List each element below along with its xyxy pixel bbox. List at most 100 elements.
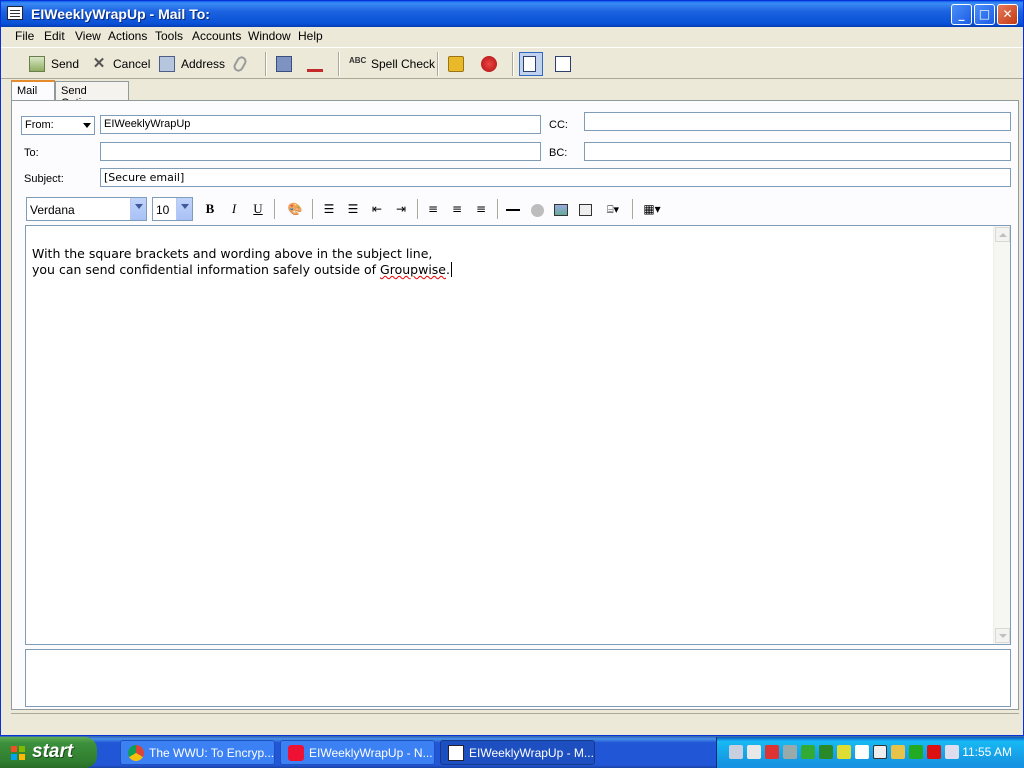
- tab-mail[interactable]: Mail: [11, 80, 55, 101]
- menu-window[interactable]: Window: [248, 29, 291, 43]
- align-right-button[interactable]: ≡: [471, 199, 491, 219]
- padlock-icon: [448, 56, 464, 72]
- norton-icon[interactable]: [927, 745, 941, 759]
- to-label: To:: [24, 147, 39, 159]
- outdent-icon: ⇤: [371, 202, 383, 216]
- message-body[interactable]: With the square brackets and wording abo…: [25, 225, 1011, 645]
- digital-sign-button[interactable]: [481, 54, 503, 74]
- address-button[interactable]: Address: [159, 54, 225, 74]
- task-compose-window[interactable]: EIWeeklyWrapUp - M...: [440, 740, 595, 765]
- send-options-button[interactable]: [307, 54, 329, 74]
- save-draft-button[interactable]: [276, 54, 298, 74]
- security-icon[interactable]: [765, 745, 779, 759]
- priority-icon: [307, 56, 323, 72]
- decrease-indent-button[interactable]: ⇤: [367, 199, 387, 219]
- monitor-icon[interactable]: [747, 745, 761, 759]
- taskbar: start The WWU: To Encryp... EIWeeklyWrap…: [0, 737, 1024, 768]
- increase-indent-button[interactable]: ⇥: [391, 199, 411, 219]
- mail-envelope-icon: [7, 6, 23, 20]
- font-name-combo[interactable]: Verdana: [26, 197, 147, 221]
- maximize-button[interactable]: □: [974, 4, 995, 25]
- from-field[interactable]: EIWeeklyWrapUp: [100, 115, 541, 134]
- stamp-dropdown-button[interactable]: ⌸▾: [599, 199, 627, 219]
- to-field[interactable]: [100, 142, 541, 161]
- stamp-icon: ⌸▾: [606, 203, 620, 216]
- menu-accounts[interactable]: Accounts: [192, 29, 241, 43]
- status-bar: [11, 713, 1019, 733]
- align-center-button[interactable]: ≡: [447, 199, 467, 219]
- globe-link-icon: [530, 203, 544, 217]
- italic-button[interactable]: I: [224, 199, 244, 219]
- message-text: With the square brackets and wording abo…: [32, 246, 452, 277]
- cancel-x-icon: ✕: [92, 55, 106, 72]
- menu-edit[interactable]: Edit: [44, 29, 65, 43]
- paint-palette-icon: 🎨: [287, 202, 303, 216]
- cc-field[interactable]: [584, 112, 1011, 131]
- minimize-button[interactable]: _: [951, 4, 972, 25]
- align-left-button[interactable]: ≡: [423, 199, 443, 219]
- form-view-alt-icon: [555, 56, 571, 72]
- menu-tools[interactable]: Tools: [155, 29, 183, 43]
- scroll-down-arrow-icon[interactable]: [995, 628, 1010, 643]
- bullet-list-button[interactable]: ☰: [343, 199, 363, 219]
- task-groupwise-main[interactable]: EIWeeklyWrapUp - N...: [280, 740, 435, 765]
- seal-ribbon-icon: [481, 56, 497, 72]
- indent-icon: ⇥: [395, 202, 407, 216]
- compose-window: EIWeeklyWrapUp - Mail To: _ □ ✕ File Edi…: [0, 0, 1024, 736]
- body-vertical-scrollbar[interactable]: [993, 226, 1010, 644]
- menu-view[interactable]: View: [75, 29, 101, 43]
- tab-send-options[interactable]: Send Options: [55, 81, 129, 109]
- bullet-list-icon: ☰: [347, 202, 359, 216]
- font-size-combo[interactable]: 10: [152, 197, 193, 221]
- align-center-icon: ≡: [451, 202, 463, 216]
- attach-button[interactable]: [231, 54, 251, 74]
- menu-file[interactable]: File: [15, 29, 34, 43]
- send-button[interactable]: Send: [29, 54, 79, 74]
- menu-help[interactable]: Help: [298, 29, 323, 43]
- text-cursor: [451, 262, 452, 277]
- send-envelope-icon: [29, 56, 45, 72]
- insert-object-button[interactable]: [575, 199, 595, 219]
- insert-link-button[interactable]: [527, 199, 547, 219]
- calendar-icon[interactable]: [873, 745, 887, 759]
- view-layout-button-1[interactable]: [519, 52, 543, 76]
- from-dropdown[interactable]: From:: [21, 116, 95, 135]
- numbered-list-button[interactable]: ☰: [319, 199, 339, 219]
- start-button[interactable]: start: [0, 737, 97, 768]
- underline-button[interactable]: U: [248, 199, 268, 219]
- pencil-icon[interactable]: [837, 745, 851, 759]
- spell-check-button[interactable]: ABC Spell Check: [349, 54, 435, 74]
- encrypt-button[interactable]: [448, 54, 470, 74]
- shield-icon[interactable]: [819, 745, 833, 759]
- view-layout-button-2[interactable]: [555, 54, 577, 74]
- speaker-icon[interactable]: [783, 745, 797, 759]
- menu-actions[interactable]: Actions: [108, 29, 147, 43]
- form-view-icon: [523, 56, 536, 72]
- attachment-area[interactable]: [25, 649, 1011, 707]
- close-button[interactable]: ✕: [997, 4, 1018, 25]
- mail-icon[interactable]: [855, 745, 869, 759]
- system-tray: 11:55 AM: [716, 737, 1024, 768]
- bold-button[interactable]: B: [200, 199, 220, 219]
- menu-bar: File Edit View Actions Tools Accounts Wi…: [1, 27, 1023, 45]
- sync-icon[interactable]: [801, 745, 815, 759]
- main-toolbar: Send ✕ Cancel Address ABC Spell Check: [1, 47, 1023, 79]
- task-browser[interactable]: The WWU: To Encryp...: [120, 740, 275, 765]
- insert-table-button[interactable]: ▦▾: [639, 199, 665, 219]
- misspelled-word[interactable]: Groupwise: [380, 262, 446, 277]
- scroll-up-arrow-icon[interactable]: [995, 227, 1010, 242]
- horizontal-line-button[interactable]: [503, 199, 523, 219]
- folder-icon[interactable]: [891, 745, 905, 759]
- bc-field[interactable]: [584, 142, 1011, 161]
- update-icon[interactable]: [909, 745, 923, 759]
- title-bar[interactable]: EIWeeklyWrapUp - Mail To: _ □ ✕: [1, 1, 1023, 27]
- spell-check-icon: ABC: [349, 56, 367, 65]
- highlight-color-button[interactable]: 🎨: [282, 199, 308, 219]
- cancel-button[interactable]: ✕ Cancel: [91, 54, 151, 74]
- subject-field[interactable]: [Secure email]: [100, 168, 1011, 187]
- object-icon: [578, 204, 592, 217]
- display-icon[interactable]: [945, 745, 959, 759]
- insert-image-button[interactable]: [551, 199, 571, 219]
- clock: 11:55 AM: [962, 745, 1012, 759]
- network-icon[interactable]: [729, 745, 743, 759]
